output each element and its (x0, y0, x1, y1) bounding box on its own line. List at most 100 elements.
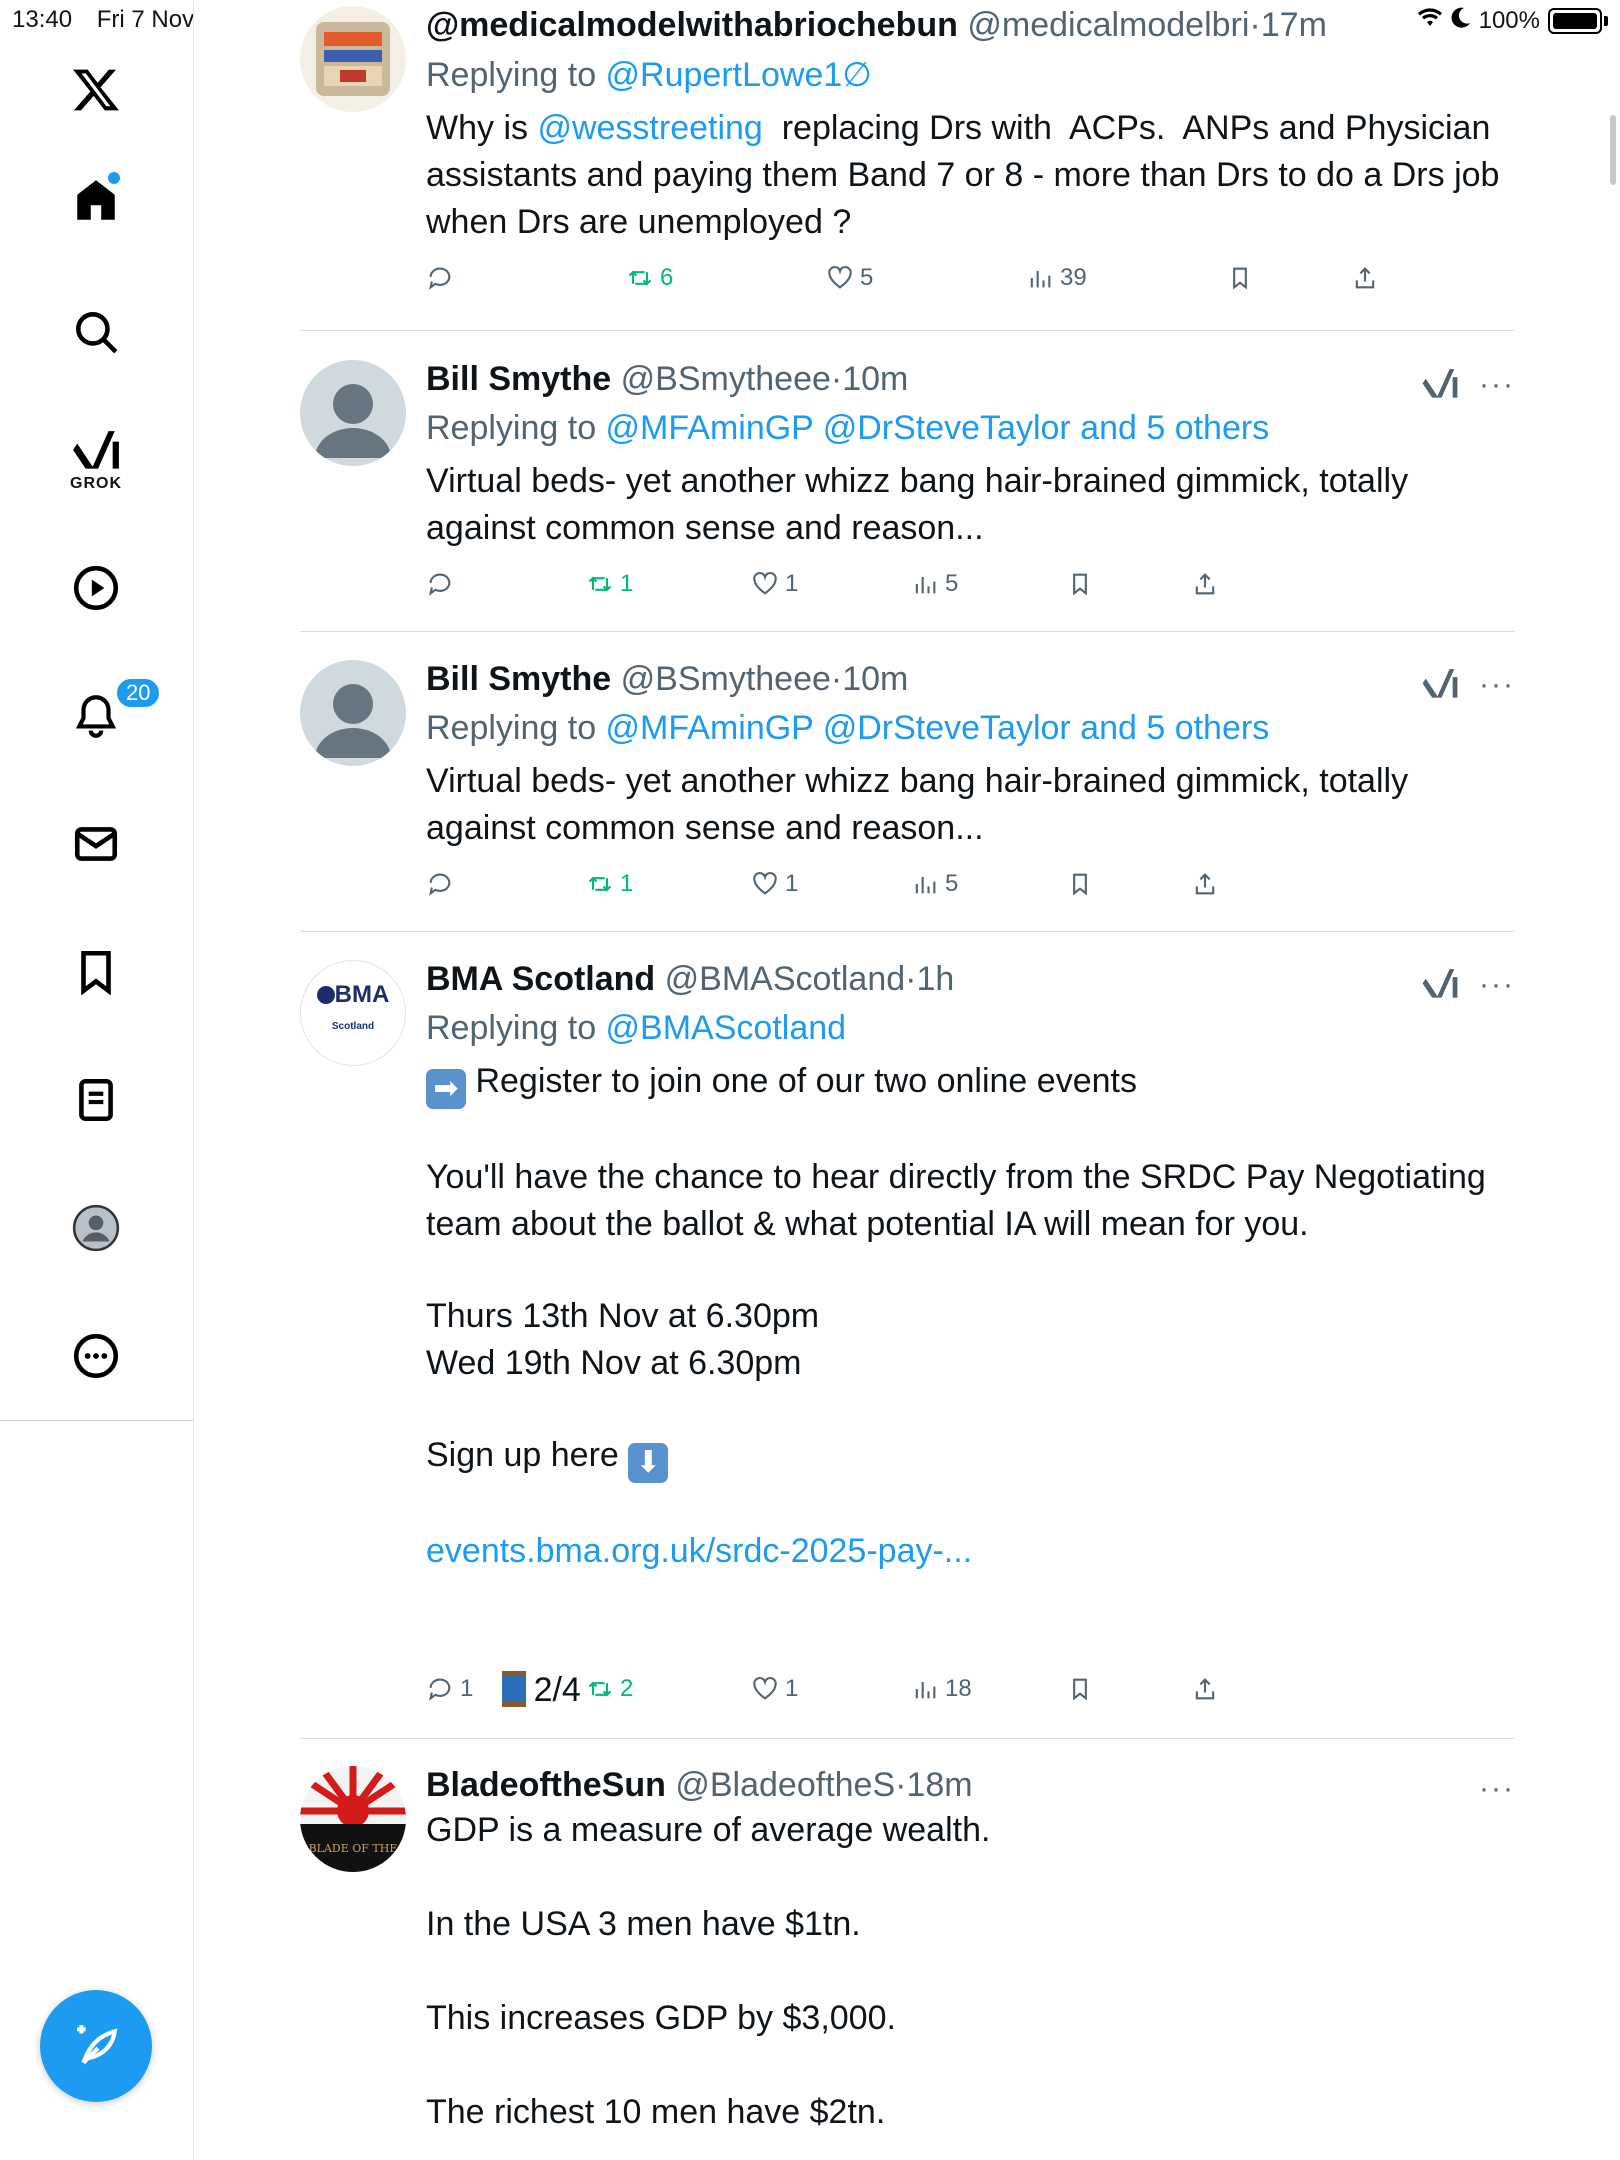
separator-dot: · (830, 660, 843, 698)
retweet-button[interactable]: 6 (626, 264, 673, 292)
avatar[interactable] (300, 360, 406, 466)
tweet-time[interactable]: 17m (1261, 6, 1327, 44)
views-button[interactable]: 5 (911, 570, 958, 598)
messages-icon[interactable] (46, 804, 146, 884)
replying-to-link[interactable]: @MFAminGP @DrSteveTaylor and 5 others (606, 409, 1270, 447)
replying-to-link[interactable]: @MFAminGP @DrSteveTaylor and 5 others (606, 709, 1270, 747)
bookmarks-icon[interactable] (46, 932, 146, 1012)
author-name[interactable]: BladeoftheSun (426, 1766, 666, 1804)
author-name[interactable]: Bill Smythe (426, 660, 611, 698)
retweet-button[interactable]: 2 (586, 1675, 633, 1703)
tweet-divider (300, 931, 1515, 932)
home-icon[interactable] (46, 160, 146, 240)
compose-icon (77, 2025, 118, 2065)
share-button[interactable] (1191, 870, 1219, 898)
reply-icon (429, 267, 451, 290)
views-button[interactable]: 18 (911, 1675, 972, 1703)
tweet-time[interactable]: 10m (842, 360, 908, 398)
more-options-icon[interactable]: ··· (1479, 968, 1515, 1002)
view-count: 18 (945, 1675, 972, 1702)
retweet-count: 1 (620, 570, 634, 597)
more-options-icon[interactable]: ··· (1479, 1772, 1515, 1806)
like-count: 1 (785, 570, 799, 597)
views-icon (915, 1682, 936, 1699)
retweet-button[interactable]: 1 (586, 870, 633, 898)
retweet-icon (588, 576, 612, 592)
retweet-button[interactable]: 1 (586, 570, 633, 598)
share-button[interactable] (1191, 570, 1219, 598)
author-name[interactable]: @medicalmodelwithabriochebun (426, 6, 958, 44)
author-handle[interactable]: @BSmytheee (621, 660, 831, 698)
x-logo-icon[interactable] (46, 50, 146, 130)
avatar[interactable] (300, 660, 406, 766)
down-arrow-emoji-icon: ⬇ (628, 1443, 669, 1483)
like-count: 1 (785, 1675, 799, 1702)
replying-to-link[interactable]: @BMAScotland (606, 1009, 847, 1047)
author-name[interactable]: Bill Smythe (426, 360, 611, 398)
reply-button[interactable]: 1 (426, 1675, 473, 1703)
replying-prefix: Replying to (426, 1009, 606, 1047)
lists-icon[interactable] (46, 1060, 146, 1140)
author-handle[interactable]: @medicalmodelbri (967, 6, 1249, 44)
retweet-icon (628, 270, 652, 286)
author-handle[interactable]: @BSmytheee (621, 360, 831, 398)
tweet-body: BMA Scotland @BMAScotland·1h ··· Replyin… (426, 960, 1515, 1761)
heart-icon (753, 571, 777, 595)
avatar-subtext: Scotland (331, 1021, 375, 1032)
profile-icon[interactable] (46, 1188, 146, 1268)
notifications-icon[interactable]: 20 (46, 676, 163, 756)
like-count: 5 (860, 264, 874, 291)
grok-icon[interactable] (1421, 966, 1459, 1004)
retweet-icon (588, 876, 612, 892)
avatar[interactable] (300, 6, 406, 112)
tweet-header: Bill Smythe @BSmytheee·10m (426, 660, 1515, 699)
thread-spool-emoji-icon (501, 1671, 526, 1707)
share-button[interactable] (1191, 1675, 1219, 1703)
more-options-icon[interactable]: ··· (1479, 368, 1515, 402)
author-name[interactable]: BMA Scotland (426, 960, 655, 998)
share-button[interactable] (1351, 264, 1379, 292)
tweet-time[interactable]: 18m (906, 1766, 972, 1804)
bookmark-button[interactable] (1066, 570, 1094, 598)
reply-button[interactable] (426, 870, 460, 898)
avatar[interactable]: BLADE OF THE (300, 1766, 406, 1872)
replying-to-link[interactable]: @RupertLowe1∅ (606, 56, 872, 94)
like-button[interactable]: 1 (751, 870, 798, 898)
scrollbar[interactable] (1610, 115, 1616, 185)
mention-link[interactable]: @wesstreeting (537, 109, 762, 147)
more-icon[interactable] (46, 1316, 146, 1396)
views-button[interactable]: 39 (1026, 264, 1087, 292)
bookmark-button[interactable] (1066, 1675, 1094, 1703)
author-handle[interactable]: @BladeoftheS (675, 1766, 895, 1804)
reply-button[interactable] (426, 264, 460, 292)
tweet-url-link[interactable]: events.bma.org.uk/srdc-2025-pay-... (426, 1528, 1515, 1575)
tweet-time[interactable]: 10m (842, 660, 908, 698)
views-icon (915, 877, 936, 894)
like-button[interactable]: 1 (751, 1675, 798, 1703)
bookmark-button[interactable] (1226, 264, 1254, 292)
reply-icon (429, 873, 451, 896)
share-icon (1195, 873, 1215, 895)
views-button[interactable]: 5 (911, 870, 958, 898)
avatar[interactable]: BMA Scotland (300, 960, 406, 1066)
tweet-time[interactable]: 1h (916, 960, 954, 998)
avatar-logo-text: BMA (334, 981, 390, 1008)
compose-button[interactable] (40, 1990, 152, 2102)
video-icon[interactable] (46, 548, 146, 628)
view-count: 39 (1060, 264, 1087, 291)
tweet-header: BMA Scotland @BMAScotland·1h (426, 960, 1515, 999)
like-button[interactable]: 5 (826, 264, 873, 292)
grok-nav[interactable]: GROK (46, 420, 146, 500)
reply-button[interactable] (426, 570, 460, 598)
bookmark-button[interactable] (1066, 870, 1094, 898)
search-icon[interactable] (46, 292, 146, 372)
tweet-text-part: Sign up here (426, 1436, 619, 1474)
views-icon (915, 577, 936, 594)
rising-sun-avatar-icon: BLADE OF THE (300, 1766, 406, 1872)
grok-icon[interactable] (1421, 366, 1459, 404)
like-button[interactable]: 1 (751, 570, 798, 598)
more-options-icon[interactable]: ··· (1479, 668, 1515, 702)
grok-icon[interactable] (1421, 666, 1459, 704)
tweet-text-line: Thurs 13th Nov at 6.30pm Wed 19th Nov at… (426, 1297, 820, 1382)
author-handle[interactable]: @BMAScotland (665, 960, 906, 998)
